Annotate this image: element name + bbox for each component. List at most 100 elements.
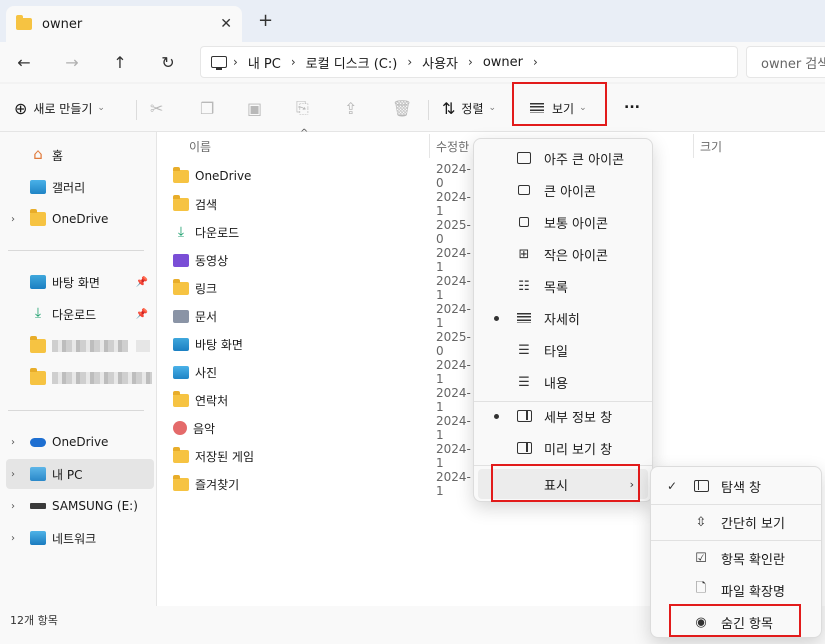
table-row[interactable]: 즐겨찾기 2024-1: [173, 470, 473, 498]
menu-item-item-checkboxes[interactable]: ☑ 항목 확인란: [655, 543, 817, 573]
folder-icon: [173, 278, 189, 295]
tiles-icon: ☰: [518, 342, 530, 358]
table-row[interactable]: 연락처 2024-1: [173, 386, 473, 414]
chevron-right-icon[interactable]: ›: [6, 469, 20, 480]
table-row[interactable]: 동영상 2024-1: [173, 246, 473, 274]
table-row[interactable]: 링크 2024-1: [173, 274, 473, 302]
address-bar[interactable]: › 내 PC › 로컬 디스크 (C:) › 사용자 › owner ›: [200, 46, 738, 78]
sort-icon: ⇅: [442, 98, 456, 118]
rename-button[interactable]: ⎘: [296, 94, 315, 122]
sidebar-item-label: OneDrive: [52, 435, 109, 449]
table-row[interactable]: 저장된 게임 2024-1: [173, 442, 473, 470]
file-date: 2024-1: [436, 274, 471, 302]
column-header-size[interactable]: 크기: [700, 132, 722, 160]
new-button-label: 새로 만들기: [33, 101, 93, 116]
sidebar-item-home[interactable]: ⌂ 홈: [6, 140, 154, 170]
menu-item-extra-large-icons[interactable]: 아주 큰 아이콘: [478, 143, 648, 173]
menu-item-file-extensions[interactable]: 🗋 파일 확장명: [655, 575, 817, 605]
new-button[interactable]: ⊕ 새로 만들기 ⌄: [14, 94, 105, 122]
back-button[interactable]: ←: [12, 50, 36, 74]
search-input[interactable]: owner 검색: [746, 46, 825, 78]
file-name: 링크: [195, 281, 218, 296]
cut-icon: ✂: [150, 98, 164, 118]
folder-icon: [16, 15, 32, 30]
selected-dot-icon: [494, 413, 499, 419]
table-row[interactable]: 음악 2024-1: [173, 414, 473, 442]
table-row[interactable]: 문서 2024-1: [173, 302, 473, 330]
tab-owner[interactable]: owner ✕: [6, 6, 242, 42]
sidebar-item-onedrive[interactable]: › OneDrive: [6, 427, 154, 457]
file-date: 2024-1: [436, 358, 471, 386]
refresh-button[interactable]: ↻: [156, 50, 180, 74]
menu-item-small-icons[interactable]: ⊞ 작은 아이콘: [478, 239, 648, 269]
sidebar-item-gallery[interactable]: 갤러리: [6, 172, 154, 202]
drive-icon: [30, 503, 46, 509]
share-button[interactable]: ⇪: [344, 94, 363, 122]
table-row[interactable]: 바탕 화면 2025-0: [173, 330, 473, 358]
table-row[interactable]: 검색 2024-1: [173, 190, 473, 218]
menu-item-tiles[interactable]: ☰ 타일: [478, 335, 648, 365]
table-row[interactable]: 사진 2024-1: [173, 358, 473, 386]
breadcrumb-users[interactable]: 사용자: [422, 53, 458, 72]
file-date: 2024-1: [436, 442, 471, 470]
column-header-name[interactable]: 이름: [189, 132, 211, 160]
close-icon[interactable]: ✕: [220, 16, 232, 32]
sidebar-item-redacted-2[interactable]: [6, 363, 154, 393]
menu-item-compact-view[interactable]: ⇳ 간단히 보기: [655, 507, 817, 537]
menu-item-details[interactable]: 자세히: [478, 303, 648, 333]
file-date: 2024-1: [436, 246, 471, 274]
breadcrumb-owner[interactable]: owner: [483, 55, 523, 70]
sidebar-item-network[interactable]: › 네트워크: [6, 523, 154, 553]
sort-button[interactable]: ⇅ 정렬 ⌄: [442, 94, 496, 122]
column-header-modified[interactable]: 수정한: [436, 132, 469, 160]
table-row[interactable]: ⤓ 다운로드 2025-0: [173, 218, 473, 246]
copy-button[interactable]: ❐: [200, 94, 220, 122]
chevron-down-icon: ⌄: [97, 103, 105, 113]
delete-button[interactable]: 🗑: [392, 94, 418, 122]
sidebar-item-redacted-1[interactable]: [6, 331, 154, 361]
computer-icon: [211, 56, 227, 70]
sidebar-item-downloads[interactable]: ⤓ 다운로드 📌: [6, 299, 154, 329]
sidebar-item-my-pc[interactable]: › 내 PC: [6, 459, 154, 489]
sidebar-item-onedrive-personal[interactable]: › OneDrive: [6, 204, 154, 234]
menu-item-details-pane[interactable]: 세부 정보 창: [478, 401, 648, 431]
divider: [651, 540, 821, 541]
redacted-text: [52, 372, 152, 384]
more-options-button[interactable]: ...: [624, 90, 640, 118]
chevron-right-icon[interactable]: ›: [6, 501, 20, 512]
sidebar-item-desktop[interactable]: 바탕 화면 📌: [6, 267, 154, 297]
chevron-right-icon[interactable]: ›: [6, 437, 20, 448]
cut-button[interactable]: ✂: [150, 94, 169, 122]
command-bar: ⊕ 새로 만들기 ⌄ ✂ ❐ ▣ ⎘ ⇪ 🗑 ⇅ 정렬 ⌄ 보기 ⌄ ...: [0, 84, 825, 132]
menu-item-content[interactable]: ☰ 내용: [478, 367, 648, 397]
up-button[interactable]: ↑: [108, 50, 132, 74]
file-name: 문서: [195, 309, 218, 324]
chevron-right-icon[interactable]: ›: [6, 214, 20, 225]
checkbox-icon: ☑: [695, 550, 707, 566]
details-icon: [516, 311, 532, 325]
chevron-right-icon: ›: [233, 55, 238, 69]
chevron-right-icon[interactable]: ›: [6, 533, 20, 544]
column-divider[interactable]: [429, 134, 430, 158]
forward-button[interactable]: →: [60, 50, 84, 74]
monitor-icon: [516, 215, 532, 229]
download-icon: ⤓: [34, 305, 42, 321]
menu-item-navigation-pane[interactable]: ✓ 탐색 창: [655, 471, 817, 501]
file-name: 즐겨찾기: [195, 477, 240, 492]
chevron-right-icon[interactable]: ›: [533, 55, 538, 69]
breadcrumb-my-pc[interactable]: 내 PC: [248, 53, 281, 72]
new-tab-button[interactable]: +: [258, 10, 273, 31]
menu-item-preview-pane[interactable]: 미리 보기 창: [478, 433, 648, 463]
item-count: 12개 항목: [10, 614, 58, 627]
folder-icon: [173, 446, 189, 463]
chevron-right-icon: ›: [290, 55, 296, 69]
menu-item-large-icons[interactable]: 큰 아이콘: [478, 175, 648, 205]
sidebar-item-samsung-drive[interactable]: › SAMSUNG (E:): [6, 491, 154, 521]
table-row[interactable]: OneDrive 2024-0: [173, 162, 473, 190]
column-divider[interactable]: [693, 134, 694, 158]
menu-item-list[interactable]: ☷ 목록: [478, 271, 648, 301]
file-name: 다운로드: [195, 225, 240, 240]
breadcrumb-local-disk[interactable]: 로컬 디스크 (C:): [306, 53, 398, 72]
paste-button[interactable]: ▣: [247, 94, 268, 122]
menu-item-medium-icons[interactable]: 보통 아이콘: [478, 207, 648, 237]
